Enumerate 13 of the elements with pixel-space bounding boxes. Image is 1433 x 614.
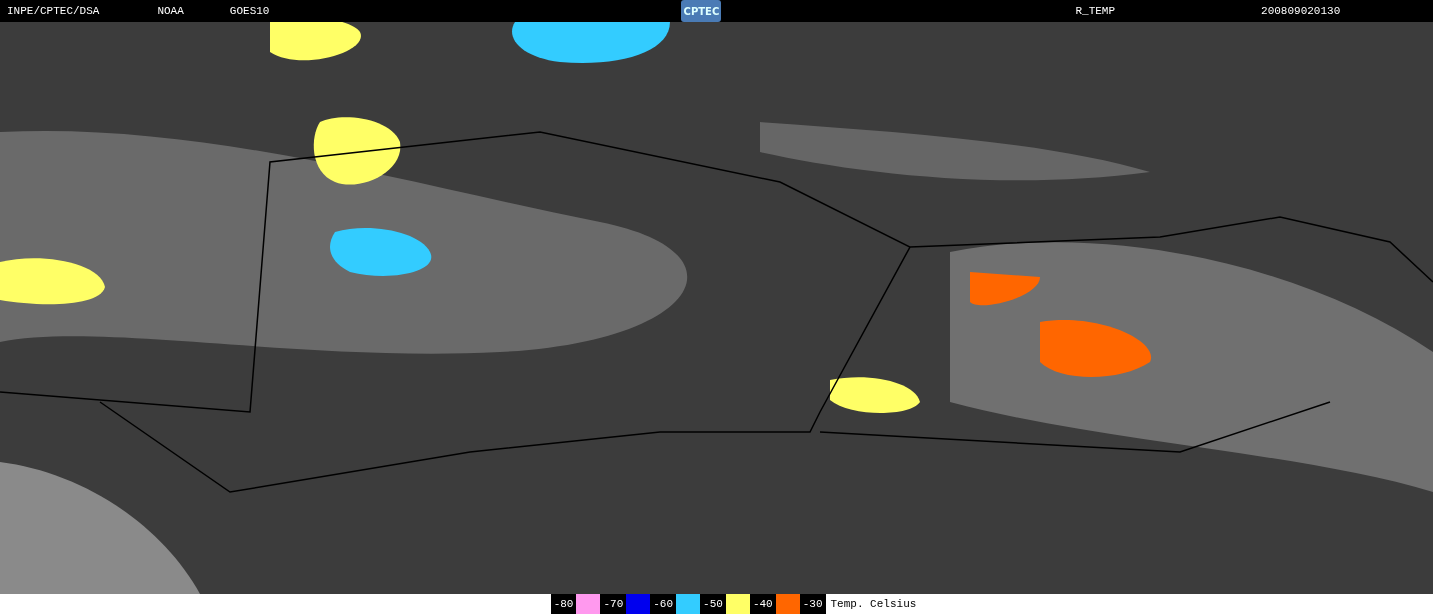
- source-label: INPE/CPTEC/DSA: [7, 5, 100, 17]
- satellite-label: GOES10: [229, 5, 270, 17]
- agency-label: NOAA: [157, 5, 184, 17]
- timestamp-label: 200809020130: [1261, 5, 1341, 17]
- product-label: R_TEMP: [1075, 5, 1116, 17]
- legend-label: -40: [749, 594, 776, 614]
- legend-label: -30: [799, 594, 826, 614]
- legend-label: -50: [700, 594, 726, 614]
- logo: CPTEC: [681, 0, 722, 22]
- legend-label: -80: [550, 594, 577, 614]
- legend-unit: Temp. Celsius: [829, 597, 917, 612]
- legend-label: -60: [650, 594, 677, 614]
- legend-label: -70: [600, 594, 627, 614]
